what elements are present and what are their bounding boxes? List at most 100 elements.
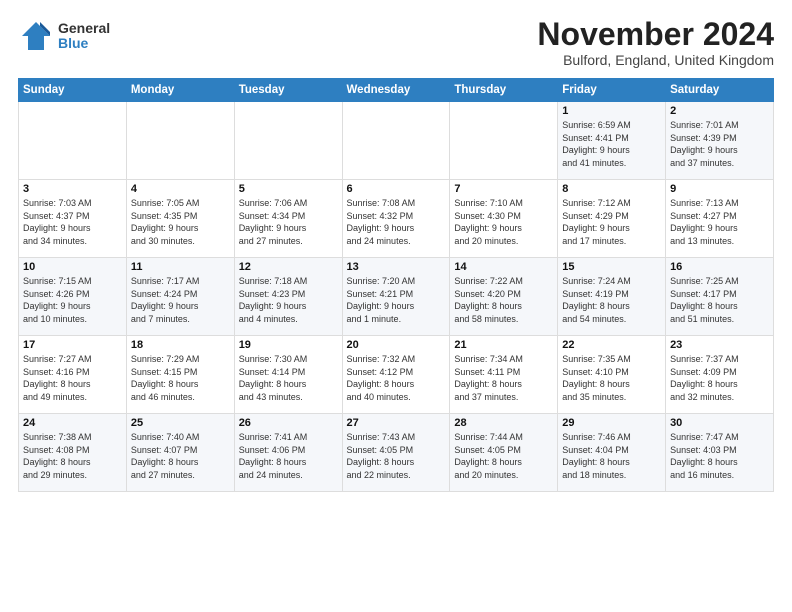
logo: General Blue xyxy=(18,18,110,54)
day-info: Sunrise: 7:25 AM Sunset: 4:17 PM Dayligh… xyxy=(670,275,769,325)
day-number: 3 xyxy=(23,183,122,195)
day-info: Sunrise: 7:05 AM Sunset: 4:35 PM Dayligh… xyxy=(131,197,230,247)
day-info: Sunrise: 7:40 AM Sunset: 4:07 PM Dayligh… xyxy=(131,431,230,481)
cell-3-7: 16Sunrise: 7:25 AM Sunset: 4:17 PM Dayli… xyxy=(666,258,774,336)
cell-3-1: 10 Sunrise: 7:15 AM Sunset: 4:26 PM Dayli… xyxy=(19,258,127,336)
day-number: 25 xyxy=(131,417,230,429)
week-row-4: 17 Sunrise: 7:27 AM Sunset: 4:16 PM Dayli… xyxy=(19,336,774,414)
day-number: 1 xyxy=(562,105,661,117)
day-info: Sunrise: 7:41 AM Sunset: 4:06 PM Dayligh… xyxy=(239,431,338,481)
cell-2-1: 3 Sunrise: 7:03 AM Sunset: 4:37 PM Daylig… xyxy=(19,180,127,258)
col-header-friday: Friday xyxy=(558,79,666,102)
day-number: 30 xyxy=(670,417,769,429)
day-number: 28 xyxy=(454,417,553,429)
day-info: Sunrise: 7:15 AM Sunset: 4:26 PM Dayligh… xyxy=(23,275,122,325)
day-number: 20 xyxy=(347,339,446,351)
cell-4-4: 20 Sunrise: 7:32 AM Sunset: 4:12 PM Dayli… xyxy=(342,336,450,414)
day-number: 17 xyxy=(23,339,122,351)
cell-2-3: 5 Sunrise: 7:06 AM Sunset: 4:34 PM Daylig… xyxy=(234,180,342,258)
day-info: Sunrise: 6:59 AM Sunset: 4:41 PM Dayligh… xyxy=(562,119,661,169)
logo-text: General Blue xyxy=(58,21,110,52)
day-info: Sunrise: 7:27 AM Sunset: 4:16 PM Dayligh… xyxy=(23,353,122,403)
cell-5-7: 30 Sunrise: 7:47 AM Sunset: 4:03 PM Dayli… xyxy=(666,414,774,492)
col-header-wednesday: Wednesday xyxy=(342,79,450,102)
col-header-monday: Monday xyxy=(126,79,234,102)
day-info: Sunrise: 7:44 AM Sunset: 4:05 PM Dayligh… xyxy=(454,431,553,481)
col-header-tuesday: Tuesday xyxy=(234,79,342,102)
day-number: 7 xyxy=(454,183,553,195)
day-info: Sunrise: 7:43 AM Sunset: 4:05 PM Dayligh… xyxy=(347,431,446,481)
cell-1-4 xyxy=(342,102,450,180)
cell-3-4: 13 Sunrise: 7:20 AM Sunset: 4:21 PM Dayli… xyxy=(342,258,450,336)
cell-2-7: 9 Sunrise: 7:13 AM Sunset: 4:27 PM Daylig… xyxy=(666,180,774,258)
day-info: Sunrise: 7:13 AM Sunset: 4:27 PM Dayligh… xyxy=(670,197,769,247)
week-row-1: 1 Sunrise: 6:59 AM Sunset: 4:41 PM Daylig… xyxy=(19,102,774,180)
calendar-table: SundayMondayTuesdayWednesdayThursdayFrid… xyxy=(18,78,774,492)
day-number: 19 xyxy=(239,339,338,351)
col-header-saturday: Saturday xyxy=(666,79,774,102)
day-info: Sunrise: 7:10 AM Sunset: 4:30 PM Dayligh… xyxy=(454,197,553,247)
cell-1-2 xyxy=(126,102,234,180)
day-info: Sunrise: 7:08 AM Sunset: 4:32 PM Dayligh… xyxy=(347,197,446,247)
day-info: Sunrise: 7:18 AM Sunset: 4:23 PM Dayligh… xyxy=(239,275,338,325)
cell-4-7: 23 Sunrise: 7:37 AM Sunset: 4:09 PM Dayli… xyxy=(666,336,774,414)
day-info: Sunrise: 7:20 AM Sunset: 4:21 PM Dayligh… xyxy=(347,275,446,325)
col-header-sunday: Sunday xyxy=(19,79,127,102)
logo-blue: Blue xyxy=(58,36,110,51)
day-info: Sunrise: 7:38 AM Sunset: 4:08 PM Dayligh… xyxy=(23,431,122,481)
day-number: 5 xyxy=(239,183,338,195)
logo-icon xyxy=(18,18,54,54)
day-number: 4 xyxy=(131,183,230,195)
day-info: Sunrise: 7:06 AM Sunset: 4:34 PM Dayligh… xyxy=(239,197,338,247)
day-info: Sunrise: 7:17 AM Sunset: 4:24 PM Dayligh… xyxy=(131,275,230,325)
cell-1-5 xyxy=(450,102,558,180)
cell-5-2: 25 Sunrise: 7:40 AM Sunset: 4:07 PM Dayli… xyxy=(126,414,234,492)
month-title: November 2024 xyxy=(537,18,774,50)
day-info: Sunrise: 7:03 AM Sunset: 4:37 PM Dayligh… xyxy=(23,197,122,247)
day-info: Sunrise: 7:01 AM Sunset: 4:39 PM Dayligh… xyxy=(670,119,769,169)
cell-1-7: 2Sunrise: 7:01 AM Sunset: 4:39 PM Daylig… xyxy=(666,102,774,180)
cell-4-6: 22Sunrise: 7:35 AM Sunset: 4:10 PM Dayli… xyxy=(558,336,666,414)
day-info: Sunrise: 7:12 AM Sunset: 4:29 PM Dayligh… xyxy=(562,197,661,247)
day-number: 8 xyxy=(562,183,661,195)
week-row-3: 10 Sunrise: 7:15 AM Sunset: 4:26 PM Dayli… xyxy=(19,258,774,336)
cell-1-1 xyxy=(19,102,127,180)
day-number: 13 xyxy=(347,261,446,273)
cell-5-1: 24 Sunrise: 7:38 AM Sunset: 4:08 PM Dayli… xyxy=(19,414,127,492)
day-info: Sunrise: 7:37 AM Sunset: 4:09 PM Dayligh… xyxy=(670,353,769,403)
cell-1-6: 1 Sunrise: 6:59 AM Sunset: 4:41 PM Daylig… xyxy=(558,102,666,180)
cell-3-6: 15Sunrise: 7:24 AM Sunset: 4:19 PM Dayli… xyxy=(558,258,666,336)
cell-4-1: 17 Sunrise: 7:27 AM Sunset: 4:16 PM Dayli… xyxy=(19,336,127,414)
cell-2-4: 6 Sunrise: 7:08 AM Sunset: 4:32 PM Daylig… xyxy=(342,180,450,258)
cell-2-5: 7 Sunrise: 7:10 AM Sunset: 4:30 PM Daylig… xyxy=(450,180,558,258)
day-info: Sunrise: 7:34 AM Sunset: 4:11 PM Dayligh… xyxy=(454,353,553,403)
day-info: Sunrise: 7:35 AM Sunset: 4:10 PM Dayligh… xyxy=(562,353,661,403)
week-row-5: 24 Sunrise: 7:38 AM Sunset: 4:08 PM Dayli… xyxy=(19,414,774,492)
cell-3-5: 14Sunrise: 7:22 AM Sunset: 4:20 PM Dayli… xyxy=(450,258,558,336)
cell-3-2: 11Sunrise: 7:17 AM Sunset: 4:24 PM Dayli… xyxy=(126,258,234,336)
header: General Blue November 2024 Bulford, Engl… xyxy=(18,18,774,68)
day-number: 23 xyxy=(670,339,769,351)
cell-2-2: 4 Sunrise: 7:05 AM Sunset: 4:35 PM Daylig… xyxy=(126,180,234,258)
day-number: 12 xyxy=(239,261,338,273)
day-number: 24 xyxy=(23,417,122,429)
cell-1-3 xyxy=(234,102,342,180)
week-row-2: 3 Sunrise: 7:03 AM Sunset: 4:37 PM Daylig… xyxy=(19,180,774,258)
day-info: Sunrise: 7:32 AM Sunset: 4:12 PM Dayligh… xyxy=(347,353,446,403)
day-info: Sunrise: 7:46 AM Sunset: 4:04 PM Dayligh… xyxy=(562,431,661,481)
cell-5-6: 29Sunrise: 7:46 AM Sunset: 4:04 PM Dayli… xyxy=(558,414,666,492)
cell-5-3: 26Sunrise: 7:41 AM Sunset: 4:06 PM Dayli… xyxy=(234,414,342,492)
day-number: 6 xyxy=(347,183,446,195)
page: General Blue November 2024 Bulford, Engl… xyxy=(0,0,792,612)
day-number: 14 xyxy=(454,261,553,273)
location: Bulford, England, United Kingdom xyxy=(537,52,774,68)
day-number: 15 xyxy=(562,261,661,273)
day-info: Sunrise: 7:47 AM Sunset: 4:03 PM Dayligh… xyxy=(670,431,769,481)
day-number: 10 xyxy=(23,261,122,273)
cell-4-3: 19Sunrise: 7:30 AM Sunset: 4:14 PM Dayli… xyxy=(234,336,342,414)
cell-2-6: 8 Sunrise: 7:12 AM Sunset: 4:29 PM Daylig… xyxy=(558,180,666,258)
header-row: SundayMondayTuesdayWednesdayThursdayFrid… xyxy=(19,79,774,102)
day-number: 27 xyxy=(347,417,446,429)
day-number: 9 xyxy=(670,183,769,195)
day-number: 21 xyxy=(454,339,553,351)
